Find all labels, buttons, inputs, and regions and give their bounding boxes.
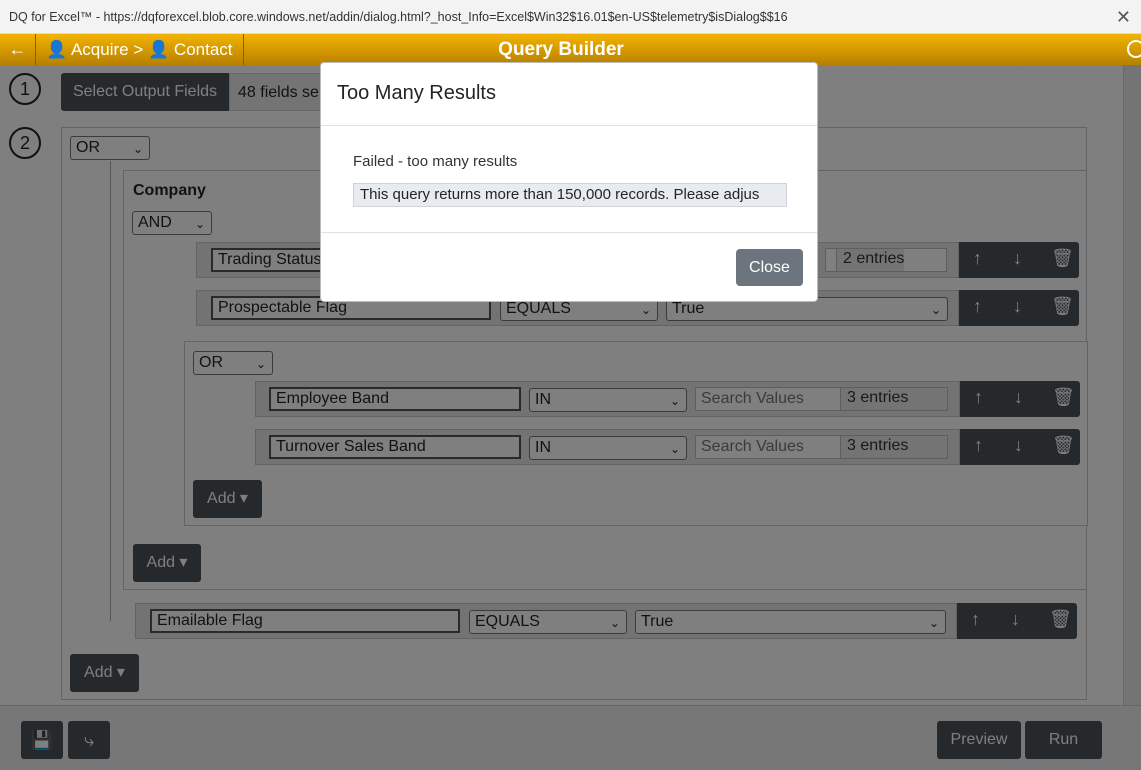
modal-title: Too Many Results: [321, 63, 817, 126]
window-title: DQ for Excel™ - https://dqforexcel.blob.…: [9, 10, 788, 24]
title-bar: DQ for Excel™ - https://dqforexcel.blob.…: [0, 0, 1141, 34]
app-header: ← 👤 Acquire > 👤 Contact Query Builder: [0, 34, 1141, 65]
help-icon[interactable]: [1127, 40, 1141, 58]
close-window-icon[interactable]: ✕: [1116, 0, 1131, 34]
close-button[interactable]: Close: [736, 249, 803, 286]
page-title: Query Builder: [498, 39, 624, 60]
dialog-window: DQ for Excel™ - https://dqforexcel.blob.…: [0, 0, 1141, 770]
too-many-results-modal: Too Many Results Failed - too many resul…: [320, 62, 818, 302]
modal-message: Failed - too many results: [353, 153, 518, 170]
modal-footer-divider: [321, 232, 817, 233]
modal-detail-field[interactable]: This query returns more than 150,000 rec…: [353, 183, 787, 207]
